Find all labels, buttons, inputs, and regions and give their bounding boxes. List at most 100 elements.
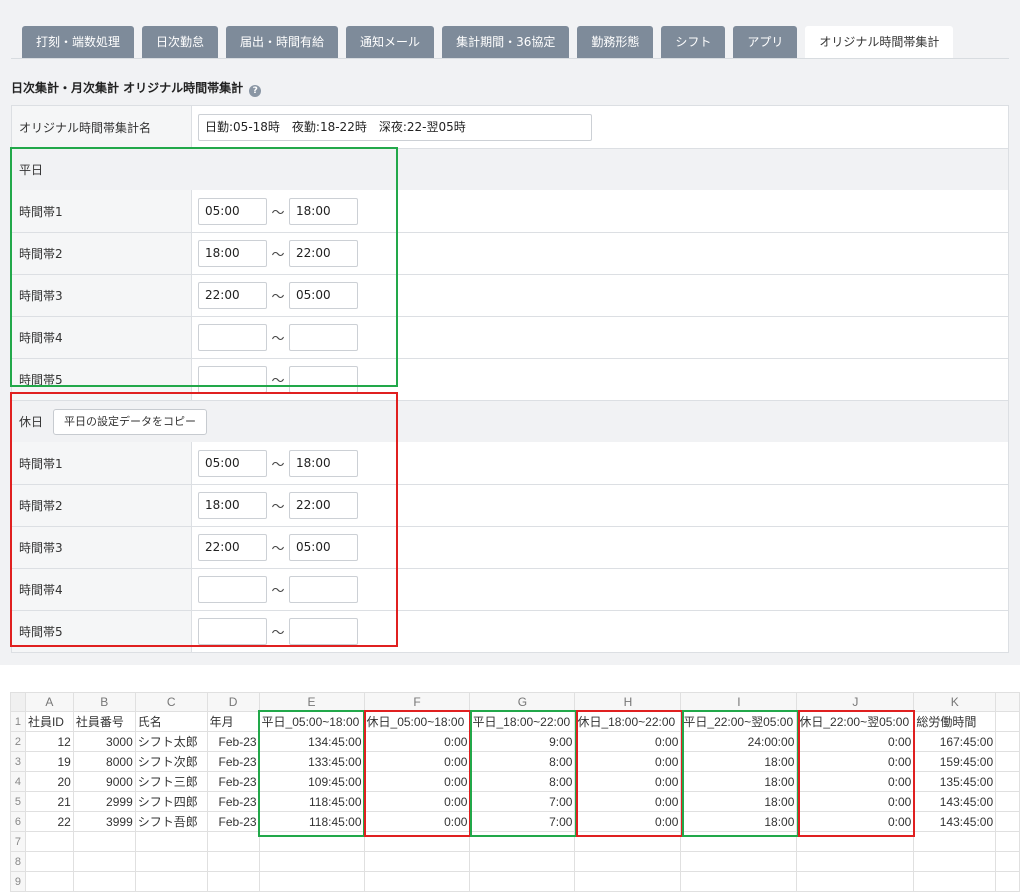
sheet-cell[interactable] <box>913 871 997 892</box>
sheet-header-cell[interactable]: 社員番号 <box>72 711 136 732</box>
sheet-cell[interactable] <box>995 771 1020 792</box>
end-time-input[interactable] <box>289 576 358 603</box>
name-input[interactable]: 日勤:05-18時 夜勤:18-22時 深夜:22-翌05時 <box>198 113 592 141</box>
sheet-cell[interactable]: 143:45:00 <box>913 811 997 832</box>
sheet-cell[interactable]: 0:00 <box>363 751 471 772</box>
sheet-header-cell[interactable]: 氏名 <box>134 711 208 732</box>
row-number[interactable]: 7 <box>10 831 26 852</box>
sheet-cell[interactable] <box>24 871 74 892</box>
column-header-D[interactable]: D <box>206 692 260 712</box>
start-time-input[interactable] <box>198 366 267 393</box>
sheet-cell[interactable] <box>134 871 208 892</box>
sheet-cell[interactable]: 0:00 <box>363 731 471 752</box>
sheet-cell[interactable]: シフト三郎 <box>134 771 208 792</box>
sheet-cell[interactable]: 0:00 <box>574 771 682 792</box>
end-time-input[interactable]: 18:00 <box>289 197 358 225</box>
column-header-I[interactable]: I <box>680 692 798 712</box>
row-number[interactable]: 5 <box>10 791 26 812</box>
sheet-cell[interactable]: 24:00:00 <box>680 731 798 752</box>
sheet-cell[interactable]: 167:45:00 <box>913 731 997 752</box>
sheet-cell[interactable]: シフト吾郎 <box>134 811 208 832</box>
help-icon[interactable]: ? <box>249 85 262 97</box>
sheet-header-cell[interactable]: 平日_18:00~22:00 <box>469 711 576 732</box>
tab-9[interactable]: オリジナル時間帯集計 <box>805 26 954 58</box>
sheet-cell[interactable] <box>72 851 136 872</box>
sheet-cell[interactable] <box>574 871 682 892</box>
sheet-cell[interactable]: 9:00 <box>469 731 576 752</box>
row-number[interactable]: 6 <box>10 811 26 832</box>
start-time-input[interactable]: 05:00 <box>198 197 267 225</box>
sheet-cell[interactable] <box>258 851 365 872</box>
sheet-cell[interactable]: 0:00 <box>796 731 915 752</box>
sheet-cell[interactable] <box>574 851 682 872</box>
sheet-cell[interactable]: Feb-23 <box>206 811 260 832</box>
sheet-cell[interactable] <box>995 751 1020 772</box>
sheet-cell[interactable]: 7:00 <box>469 791 576 812</box>
sheet-cell[interactable]: 118:45:00 <box>258 791 365 812</box>
sheet-cell[interactable] <box>363 851 471 872</box>
column-header-K[interactable]: K <box>913 692 997 712</box>
sheet-cell[interactable] <box>363 831 471 852</box>
column-header-G[interactable]: G <box>469 692 576 712</box>
sheet-cell[interactable]: Feb-23 <box>206 791 260 812</box>
sheet-header-cell[interactable]: 休日_05:00~18:00 <box>363 711 471 732</box>
sheet-cell[interactable] <box>134 831 208 852</box>
sheet-cell[interactable] <box>258 831 365 852</box>
sheet-cell[interactable]: 2999 <box>72 791 136 812</box>
sheet-cell[interactable]: 133:45:00 <box>258 751 365 772</box>
column-header-C[interactable]: C <box>134 692 208 712</box>
sheet-cell[interactable] <box>574 831 682 852</box>
sheet-cell[interactable]: 18:00 <box>680 791 798 812</box>
sheet-cell[interactable]: 20 <box>24 771 74 792</box>
end-time-input[interactable]: 05:00 <box>289 534 358 561</box>
start-time-input[interactable]: 18:00 <box>198 492 267 519</box>
start-time-input[interactable] <box>198 576 267 603</box>
sheet-cell[interactable] <box>469 871 576 892</box>
column-header-blank[interactable] <box>995 692 1020 712</box>
row-number[interactable]: 2 <box>10 731 26 752</box>
sheet-cell[interactable] <box>24 851 74 872</box>
sheet-cell[interactable]: 0:00 <box>574 731 682 752</box>
sheet-cell[interactable] <box>24 831 74 852</box>
row-number[interactable]: 1 <box>10 711 26 732</box>
sheet-cell[interactable] <box>995 851 1020 872</box>
sheet-cell[interactable] <box>72 871 136 892</box>
sheet-cell[interactable]: 9000 <box>72 771 136 792</box>
end-time-input[interactable]: 05:00 <box>289 282 358 309</box>
sheet-header-cell[interactable]: 年月 <box>206 711 260 732</box>
sheet-cell[interactable] <box>913 851 997 872</box>
row-number[interactable]: 8 <box>10 851 26 872</box>
sheet-cell[interactable]: 135:45:00 <box>913 771 997 792</box>
sheet-cell[interactable]: 143:45:00 <box>913 791 997 812</box>
sheet-cell[interactable] <box>258 871 365 892</box>
start-time-input[interactable]: 18:00 <box>198 240 267 267</box>
sheet-cell[interactable] <box>72 831 136 852</box>
sheet-cell[interactable]: Feb-23 <box>206 751 260 772</box>
sheet-corner[interactable] <box>10 692 26 712</box>
sheet-cell[interactable] <box>680 871 798 892</box>
sheet-header-cell[interactable]: 社員ID <box>24 711 74 732</box>
sheet-cell[interactable] <box>363 871 471 892</box>
tab-2[interactable]: 日次勤怠 <box>142 26 219 58</box>
sheet-cell[interactable]: 18:00 <box>680 811 798 832</box>
sheet-cell[interactable] <box>206 871 260 892</box>
sheet-cell[interactable] <box>680 851 798 872</box>
sheet-cell[interactable]: 21 <box>24 791 74 812</box>
end-time-input[interactable] <box>289 618 358 645</box>
sheet-header-cell[interactable]: 休日_22:00~翌05:00 <box>796 711 915 732</box>
column-header-H[interactable]: H <box>574 692 682 712</box>
sheet-cell[interactable]: 22 <box>24 811 74 832</box>
sheet-cell[interactable]: 0:00 <box>796 811 915 832</box>
column-header-B[interactable]: B <box>72 692 136 712</box>
end-time-input[interactable]: 18:00 <box>289 449 358 477</box>
sheet-cell[interactable]: シフト四郎 <box>134 791 208 812</box>
sheet-cell[interactable]: 0:00 <box>796 751 915 772</box>
end-time-input[interactable] <box>289 366 358 393</box>
sheet-cell[interactable] <box>796 831 915 852</box>
end-time-input[interactable]: 22:00 <box>289 492 358 519</box>
sheet-cell[interactable] <box>206 851 260 872</box>
tab-4[interactable]: 通知メール <box>346 26 435 58</box>
start-time-input[interactable] <box>198 324 267 351</box>
sheet-cell[interactable] <box>995 731 1020 752</box>
column-header-F[interactable]: F <box>363 692 471 712</box>
